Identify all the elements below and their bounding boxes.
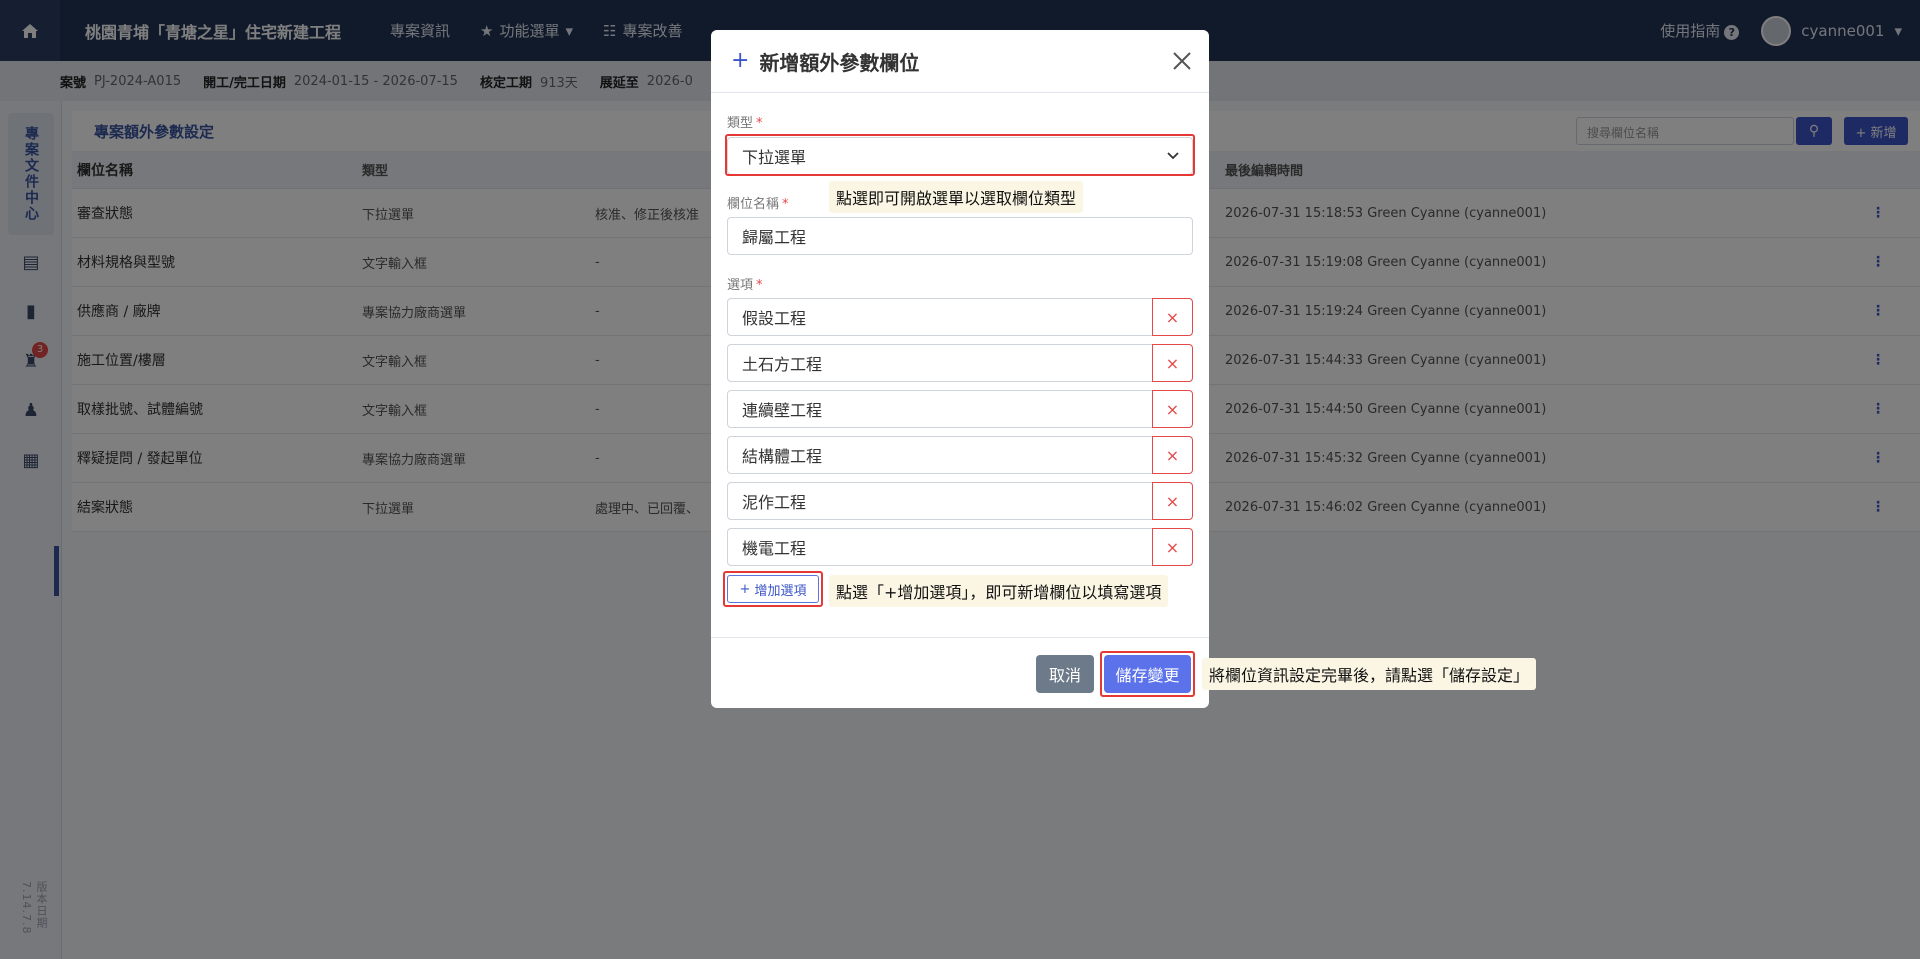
option-row: 假設工程 × xyxy=(727,298,1193,336)
option-input[interactable]: 機電工程 xyxy=(727,528,1153,566)
type-label-text: 類型 xyxy=(727,116,754,131)
modal-header: + 新增額外參數欄位 xyxy=(711,30,1209,93)
option-row: 土石方工程 × xyxy=(727,344,1193,382)
option-input[interactable]: 泥作工程 xyxy=(727,482,1153,520)
options-label-text: 選項 xyxy=(727,278,754,293)
add-option-hint-callout: 點選「+增加選項」，即可新增欄位以填寫選項 xyxy=(829,575,1169,607)
required-mark: * xyxy=(782,197,789,212)
option-input[interactable]: 結構體工程 xyxy=(727,436,1153,474)
option-row: 連續壁工程 × xyxy=(727,390,1193,428)
add-option-button[interactable]: + 增加選項 xyxy=(727,575,819,603)
option-input[interactable]: 連續壁工程 xyxy=(727,390,1153,428)
required-mark: * xyxy=(756,116,763,131)
remove-option-button[interactable]: × xyxy=(1152,390,1193,428)
close-icon: × xyxy=(1165,445,1180,465)
plus-icon: + xyxy=(739,581,751,597)
close-icon: × xyxy=(1165,307,1180,327)
required-mark: * xyxy=(756,278,763,293)
option-row: 機電工程 × xyxy=(727,528,1193,566)
option-row: 結構體工程 × xyxy=(727,436,1193,474)
modal-title: 新增額外參數欄位 xyxy=(759,50,920,75)
close-icon: × xyxy=(1165,491,1180,511)
close-icon[interactable] xyxy=(1169,48,1195,74)
type-hint-callout: 點選即可開啟選單以選取欄位類型 xyxy=(829,181,1084,213)
cancel-button[interactable]: 取消 xyxy=(1036,655,1094,693)
modal-footer: 取消 儲存變更 xyxy=(711,637,1209,708)
options-label: 選項 * xyxy=(727,274,763,293)
remove-option-button[interactable]: × xyxy=(1152,344,1193,382)
add-option-label: 增加選項 xyxy=(754,583,807,599)
type-select-value: 下拉選單 xyxy=(742,148,807,167)
chevron-down-icon xyxy=(1167,152,1179,160)
close-icon: × xyxy=(1165,537,1180,557)
option-input[interactable]: 假設工程 xyxy=(727,298,1153,336)
remove-option-button[interactable]: × xyxy=(1152,528,1193,566)
name-label: 欄位名稱 * xyxy=(727,193,789,212)
type-label: 類型 * xyxy=(727,112,763,131)
name-label-text: 欄位名稱 xyxy=(727,197,780,212)
field-name-input[interactable]: 歸屬工程 xyxy=(727,217,1193,255)
save-hint-callout: 將欄位資訊設定完畢後，請點選「儲存設定」 xyxy=(1202,658,1537,690)
option-input[interactable]: 土石方工程 xyxy=(727,344,1153,382)
remove-option-button[interactable]: × xyxy=(1152,298,1193,336)
remove-option-button[interactable]: × xyxy=(1152,436,1193,474)
save-button[interactable]: 儲存變更 xyxy=(1104,655,1191,693)
plus-icon: + xyxy=(731,48,750,73)
type-select[interactable]: 下拉選單 xyxy=(727,137,1193,175)
close-icon: × xyxy=(1165,399,1180,419)
remove-option-button[interactable]: × xyxy=(1152,482,1193,520)
option-row: 泥作工程 × xyxy=(727,482,1193,520)
close-icon: × xyxy=(1165,353,1180,373)
